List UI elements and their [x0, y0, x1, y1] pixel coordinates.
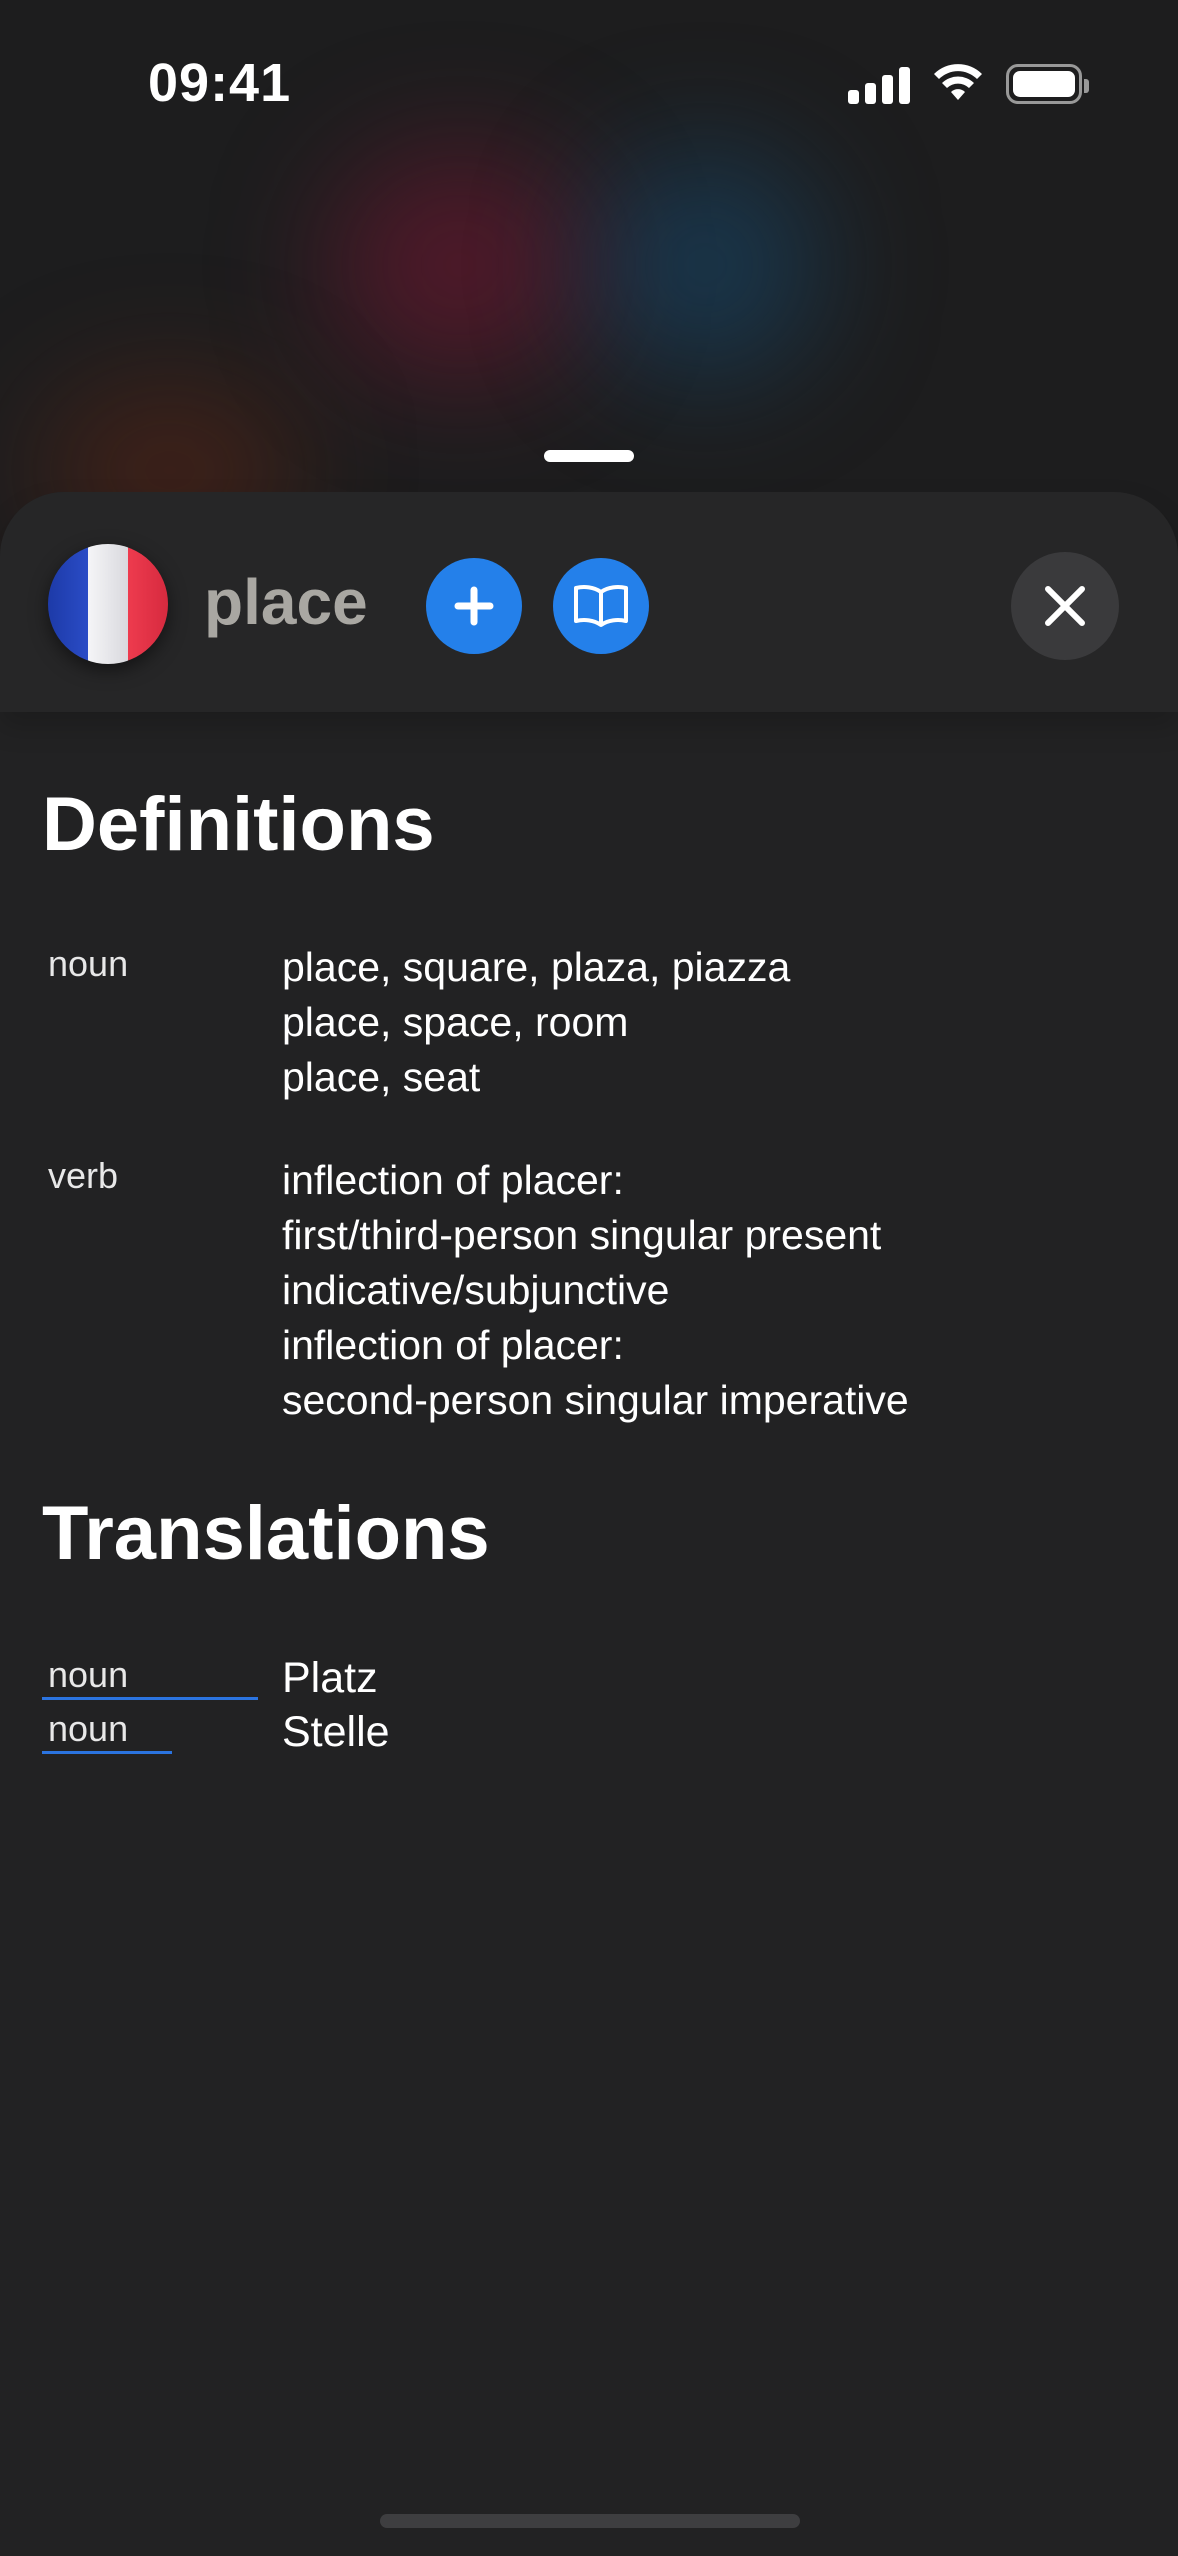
- sheet-header: place: [0, 492, 1178, 712]
- close-button[interactable]: [1011, 552, 1119, 660]
- translation-row[interactable]: noun Platz: [0, 1653, 1178, 1707]
- definition-line: place, seat: [282, 1054, 481, 1100]
- definition-line: indicative/subjunctive: [282, 1267, 670, 1313]
- sheet-grabber[interactable]: [544, 450, 634, 462]
- battery-icon: [1006, 64, 1089, 104]
- definition-list: place, square, plaza, piazza place, spac…: [282, 940, 790, 1105]
- definition-line: place, square, plaza, piazza: [282, 944, 791, 990]
- word-title: place: [204, 566, 368, 638]
- translation-text: Stelle: [282, 1708, 390, 1756]
- add-word-button[interactable]: [426, 558, 522, 654]
- pos-label: verb: [48, 1155, 119, 1196]
- open-book-icon: [574, 585, 628, 627]
- screen: 09:41 place Definitions noun place, squa…: [0, 0, 1178, 2556]
- pos-label: noun: [48, 943, 129, 984]
- definition-line: inflection of placer:: [282, 1157, 624, 1203]
- translation-text: Platz: [282, 1654, 378, 1702]
- plus-icon: [454, 586, 494, 626]
- wifi-icon: [934, 64, 982, 100]
- close-icon: [1045, 586, 1085, 626]
- france-flag-icon[interactable]: [48, 544, 168, 664]
- translation-row[interactable]: noun Stelle: [0, 1707, 1178, 1761]
- background-blur: [330, 150, 590, 380]
- definition-line: inflection of placer:: [282, 1322, 624, 1368]
- definition-line: place, space, room: [282, 999, 629, 1045]
- status-icons: [848, 62, 1089, 106]
- dictionary-button[interactable]: [553, 558, 649, 654]
- status-time: 09:41: [148, 53, 292, 113]
- definition-line: second-person singular imperative: [282, 1377, 909, 1423]
- translation-pos: noun: [42, 1653, 258, 1700]
- cellular-signal-icon: [848, 64, 910, 104]
- background-blur: [590, 150, 820, 380]
- translations-title: Translations: [42, 1491, 490, 1576]
- word-sheet: place Definitions noun place, square, pl…: [0, 492, 1178, 2556]
- definitions-title: Definitions: [42, 782, 435, 867]
- status-bar: 09:41: [0, 0, 1178, 170]
- translation-pos: noun: [42, 1707, 172, 1754]
- definition-list: inflection of placer: first/third-person…: [282, 1153, 909, 1428]
- definition-line: first/third-person singular present: [282, 1212, 882, 1258]
- home-indicator[interactable]: [380, 2514, 800, 2528]
